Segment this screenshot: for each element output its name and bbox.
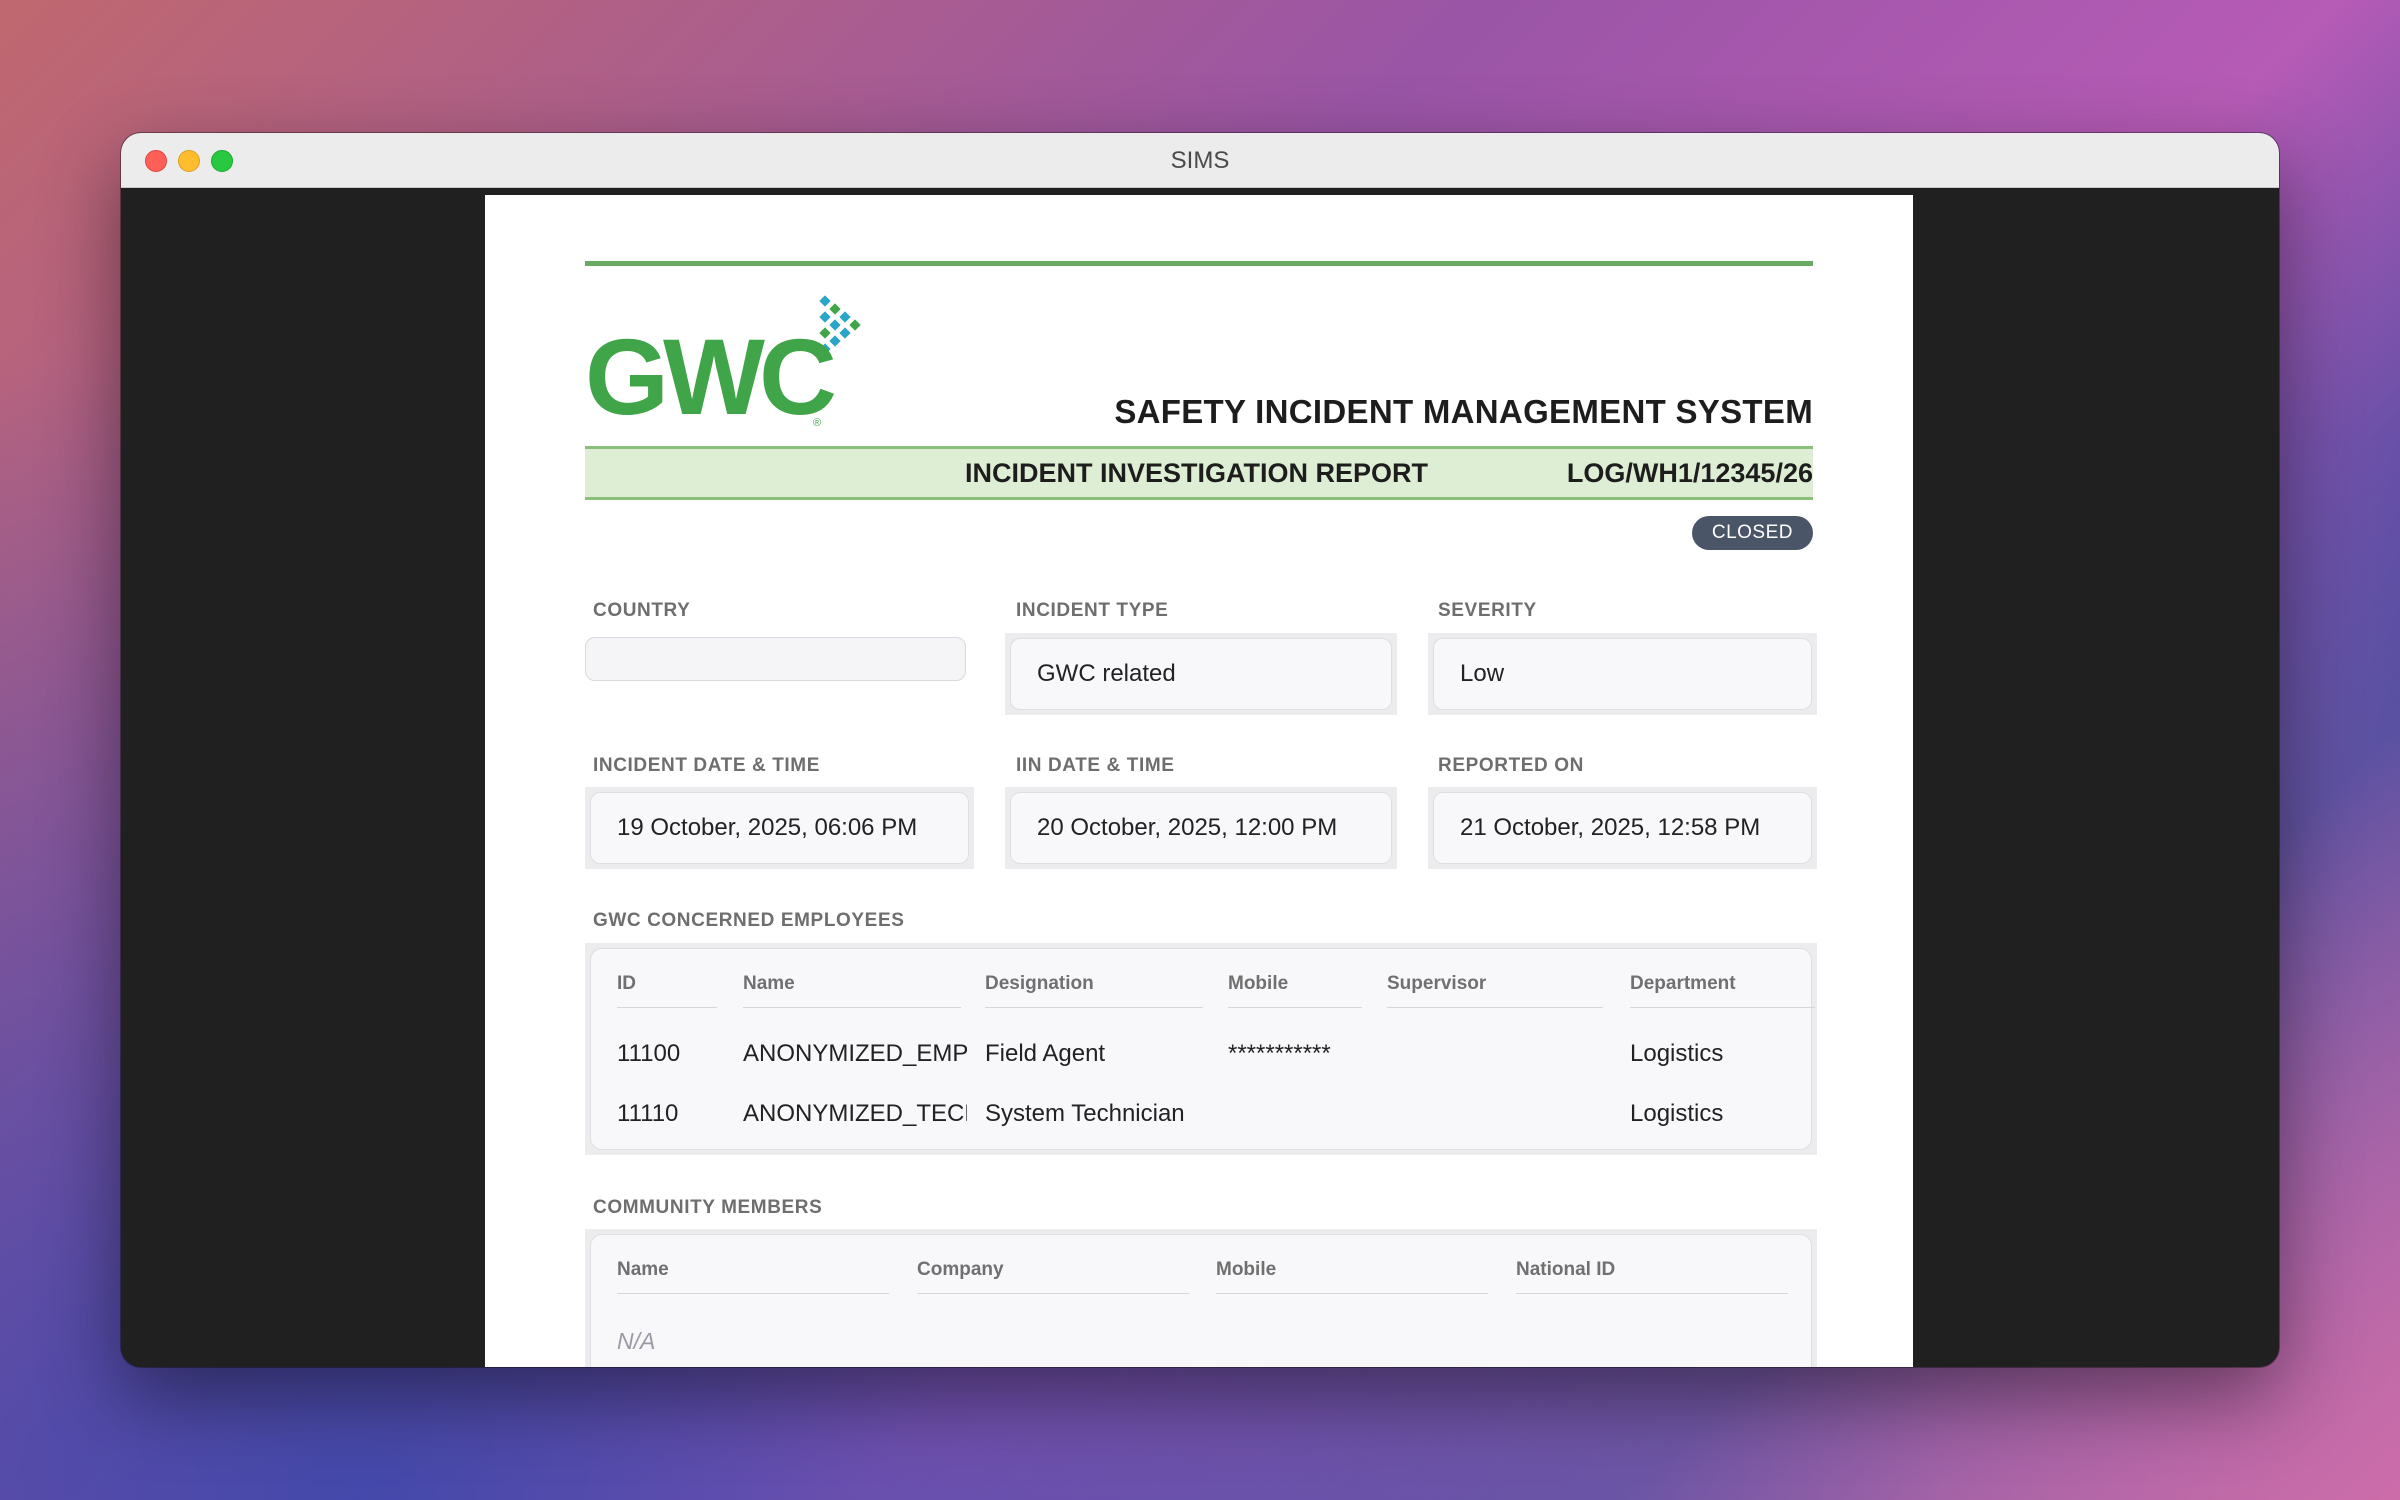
employee-row-1-id: 11100 (617, 1040, 681, 1067)
community-empty-text: N/A (617, 1328, 656, 1354)
employee-row-1-designation: Field Agent (985, 1040, 1106, 1067)
incident-datetime-label: INCIDENT DATE & TIME (593, 755, 820, 776)
window-titlebar: SIMS (121, 133, 2279, 188)
iin-datetime-field[interactable]: 20 October, 2025, 12:00 PM (1005, 787, 1397, 869)
column-header-designation: Designation (985, 973, 1203, 1008)
status-badge: CLOSED (1691, 516, 1813, 550)
employees-table: ID Name Designation Mobile Supervisor De… (585, 943, 1817, 1155)
column-header-community-mobile: Mobile (1216, 1259, 1488, 1294)
incident-type-field[interactable]: GWC related (1005, 633, 1397, 715)
column-header-id: ID (617, 973, 717, 1008)
window-title: SIMS (1170, 147, 1230, 174)
community-section-label: COMMUNITY MEMBERS (593, 1197, 823, 1218)
country-label: COUNTRY (593, 600, 691, 621)
report-reference: LOG/WH1/12345/26 (1566, 458, 1813, 488)
reported-on-label: REPORTED ON (1438, 755, 1584, 776)
incident-type-label: INCIDENT TYPE (1016, 600, 1169, 621)
registered-mark: ® (813, 417, 822, 429)
employee-row-2-department: Logistics (1630, 1100, 1724, 1127)
header-rule (585, 261, 1813, 266)
reported-on-field[interactable]: 21 October, 2025, 12:58 PM (1428, 787, 1817, 869)
column-header-national-id: National ID (1516, 1259, 1788, 1294)
column-header-mobile: Mobile (1228, 973, 1362, 1008)
iin-datetime-label: IIN DATE & TIME (1016, 755, 1175, 776)
employee-row-1-mobile: *********** (1228, 1040, 1331, 1067)
employee-row-2-id: 11110 (617, 1100, 679, 1127)
employee-row-1-name: ANONYMIZED_EMPL (743, 1040, 967, 1067)
gwc-logo: GWC ® (585, 295, 885, 440)
system-title: SAFETY INCIDENT MANAGEMENT SYSTEM (1114, 393, 1813, 430)
document-viewer[interactable]: GWC ® SAFETY INCIDENT MANAGEMENT SYSTEM … (121, 188, 2279, 1367)
severity-field[interactable]: Low (1428, 633, 1817, 715)
report-page: GWC ® SAFETY INCIDENT MANAGEMENT SYSTEM … (485, 195, 1913, 1367)
incident-datetime-field[interactable]: 19 October, 2025, 06:06 PM (585, 787, 974, 869)
column-header-supervisor: Supervisor (1387, 973, 1603, 1008)
employee-row-2-name: ANONYMIZED_TECH (743, 1100, 967, 1127)
employees-section-label: GWC CONCERNED EMPLOYEES (593, 910, 905, 931)
reported-on-value: 21 October, 2025, 12:58 PM (1433, 792, 1812, 864)
logo-wordmark: GWC (585, 316, 837, 437)
community-table-body: Name Company Mobile National ID N/A (590, 1234, 1812, 1367)
severity-value: Low (1433, 638, 1812, 710)
employee-row-2-designation: System Technician (985, 1100, 1185, 1127)
employees-table-body: ID Name Designation Mobile Supervisor De… (590, 948, 1815, 1150)
column-header-community-name: Name (617, 1259, 889, 1294)
incident-datetime-value: 19 October, 2025, 06:06 PM (590, 792, 969, 864)
severity-label: SEVERITY (1438, 600, 1537, 621)
community-table: Name Company Mobile National ID N/A (585, 1229, 1817, 1367)
report-title: INCIDENT INVESTIGATION REPORT (965, 458, 1429, 488)
report-title-band: INCIDENT INVESTIGATION REPORT LOG/WH1/12… (585, 446, 1813, 500)
incident-type-value: GWC related (1010, 638, 1392, 710)
column-header-department: Department (1630, 973, 1815, 1008)
employee-row-1-department: Logistics (1630, 1040, 1724, 1067)
column-header-name: Name (743, 973, 961, 1008)
country-field[interactable] (585, 637, 966, 681)
column-header-company: Company (917, 1259, 1189, 1294)
iin-datetime-value: 20 October, 2025, 12:00 PM (1010, 792, 1392, 864)
app-window: SIMS GWC ® SAFETY INCIDENT MANAGEMENT SY… (121, 133, 2279, 1367)
